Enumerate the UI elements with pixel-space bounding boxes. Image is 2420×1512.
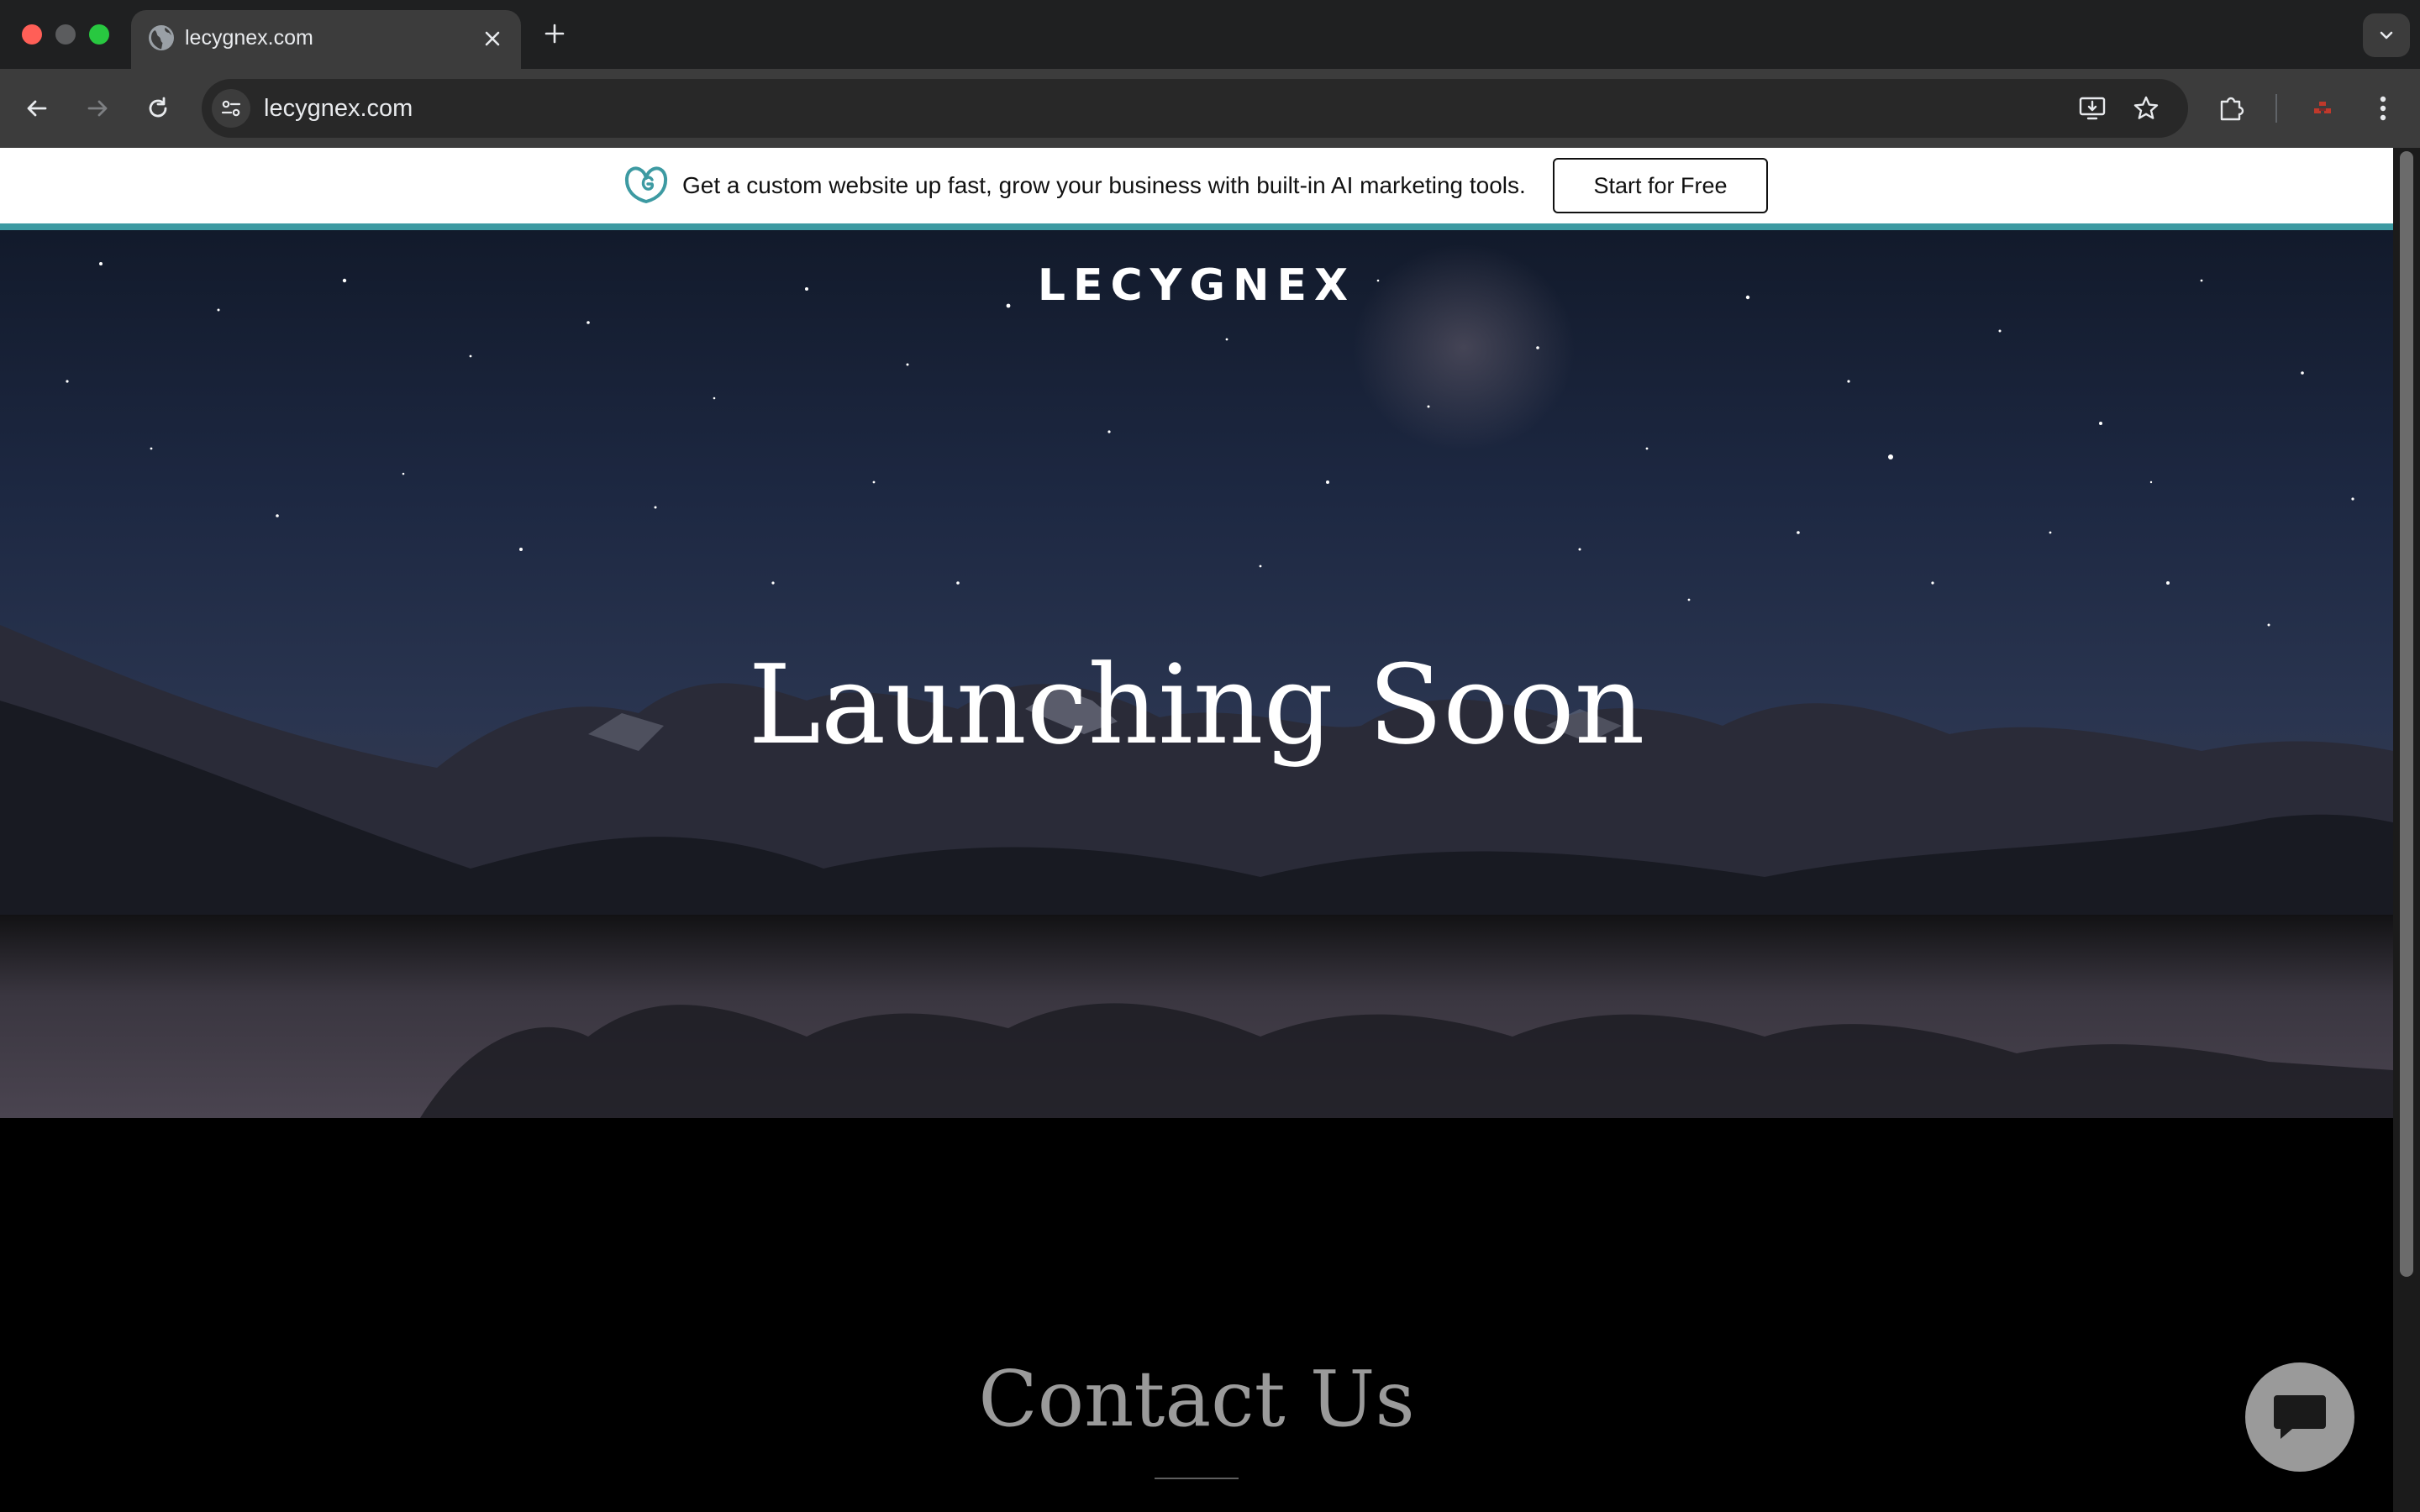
page-scrollbar[interactable] xyxy=(2393,148,2420,1512)
promo-accent-line xyxy=(0,223,2393,230)
promo-text: Get a custom website up fast, grow your … xyxy=(682,172,1526,198)
globe-icon xyxy=(149,25,174,50)
profile-icon[interactable] xyxy=(2302,88,2343,129)
start-for-free-button[interactable]: Start for Free xyxy=(1553,158,1768,213)
browser-tab-strip: lecygnex.com xyxy=(0,0,2420,69)
promo-banner: Get a custom website up fast, grow your … xyxy=(0,148,2393,225)
toolbar-divider xyxy=(2275,94,2277,123)
contact-title: Contact Us xyxy=(978,1354,1415,1444)
puzzle-icon[interactable] xyxy=(2212,88,2252,129)
close-icon[interactable] xyxy=(476,22,509,55)
browser-tab-active[interactable]: lecygnex.com xyxy=(131,10,521,69)
window-minimize-button[interactable] xyxy=(55,24,76,45)
chat-bubble-icon xyxy=(2274,1395,2326,1439)
back-arrow-icon[interactable] xyxy=(17,88,57,129)
reload-icon[interactable] xyxy=(138,88,178,129)
hero-section: LECYGNEX Launching Soon xyxy=(0,230,2393,1118)
page-viewport: Get a custom website up fast, grow your … xyxy=(0,148,2420,1512)
window-zoom-button[interactable] xyxy=(89,24,109,45)
site-logo-text[interactable]: LECYGNEX xyxy=(0,260,2393,311)
browser-toolbar: lecygnex.com xyxy=(0,69,2420,148)
url-text[interactable]: lecygnex.com xyxy=(264,92,413,124)
window-close-button[interactable] xyxy=(22,24,42,45)
tab-title: lecygnex.com xyxy=(185,26,313,50)
tune-icon[interactable] xyxy=(212,89,250,128)
scrollbar-thumb[interactable] xyxy=(2400,151,2413,1277)
address-bar[interactable]: lecygnex.com xyxy=(202,79,2188,138)
plus-icon[interactable] xyxy=(538,17,571,50)
kebab-menu-icon[interactable] xyxy=(2363,88,2403,129)
forward-arrow-icon[interactable] xyxy=(77,88,118,129)
chat-button[interactable] xyxy=(2245,1362,2354,1472)
contact-section: Contact Us xyxy=(0,1118,2393,1512)
godaddy-logo-icon xyxy=(624,166,668,203)
hero-title: Launching Soon xyxy=(748,641,1645,769)
chevron-down-icon[interactable] xyxy=(2363,13,2410,57)
star-icon[interactable] xyxy=(2128,90,2165,127)
install-app-icon[interactable] xyxy=(2074,90,2111,127)
contact-divider xyxy=(1155,1478,1239,1479)
